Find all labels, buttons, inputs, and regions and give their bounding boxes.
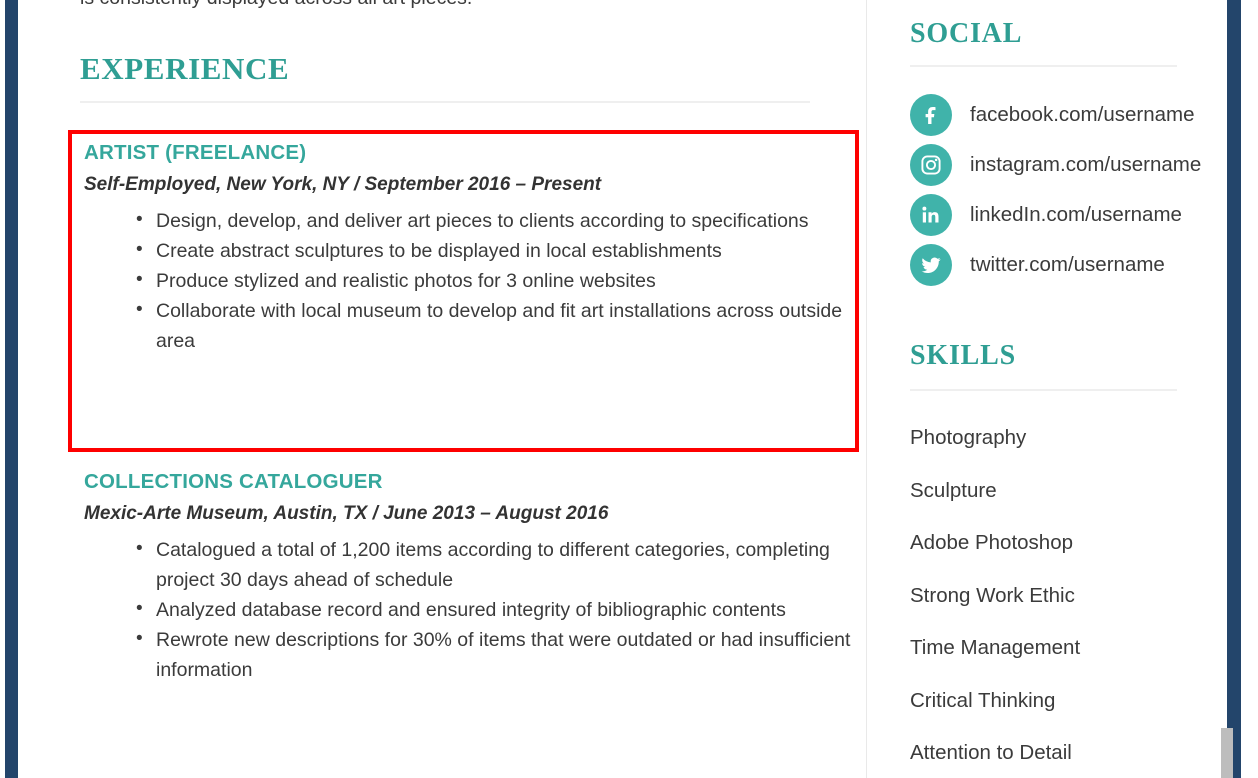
social-link-facebook[interactable]: facebook.com/username	[910, 90, 1201, 140]
job-role-title: COLLECTIONS CATALOGUER	[84, 470, 383, 493]
social-link-label: twitter.com/username	[970, 253, 1165, 276]
skill-item: Critical Thinking	[910, 688, 1056, 712]
skills-section-rule	[910, 389, 1177, 391]
linkedin-icon	[910, 194, 952, 236]
job-bullet: Catalogued a total of 1,200 items accord…	[84, 534, 874, 595]
social-link-label: instagram.com/username	[970, 153, 1202, 176]
experience-entry-artist-freelance: ARTIST (FREELANCE) Self-Employed, New Yo…	[84, 140, 874, 356]
social-links-list: facebook.com/username instagram.com/user…	[910, 90, 1201, 290]
job-employer-and-dates: Mexic-Arte Museum, Austin, TX / June 201…	[84, 502, 609, 524]
social-link-label: linkedIn.com/username	[970, 203, 1182, 226]
instagram-icon	[910, 144, 952, 186]
social-section-rule	[910, 65, 1177, 67]
social-section-heading: SOCIAL	[910, 18, 1023, 49]
twitter-icon	[910, 244, 952, 286]
job-role-title: ARTIST (FREELANCE)	[84, 141, 307, 164]
clipped-paragraph-text: is consistently displayed across all art…	[80, 0, 780, 10]
resume-sidebar-column: SOCIAL facebook.com/username instagram.c…	[867, 0, 1227, 778]
skill-item: Strong Work Ethic	[910, 583, 1075, 607]
skill-item: Sculpture	[910, 478, 997, 502]
experience-entry-collections-cataloguer: COLLECTIONS CATALOGUER Mexic-Arte Museum…	[84, 469, 874, 685]
experience-section-heading: EXPERIENCE	[80, 51, 290, 86]
social-link-label: facebook.com/username	[970, 103, 1195, 126]
social-link-instagram[interactable]: instagram.com/username	[910, 140, 1201, 190]
job-bullet: Create abstract sculptures to be display…	[84, 235, 874, 266]
job-responsibility-list: Design, develop, and deliver art pieces …	[84, 205, 874, 356]
skills-list: Photography Sculpture Adobe Photoshop St…	[910, 412, 1080, 778]
resume-document-page: is consistently displayed across all art…	[0, 0, 1258, 778]
job-responsibility-list: Catalogued a total of 1,200 items accord…	[84, 534, 874, 685]
job-bullet: Analyzed database record and ensured int…	[84, 594, 874, 625]
skill-item: Photography	[910, 426, 1027, 449]
skills-section-heading: SKILLS	[910, 340, 1016, 371]
experience-section-rule	[80, 101, 810, 103]
skill-item: Time Management	[910, 636, 1081, 659]
facebook-icon	[910, 94, 952, 136]
skill-item: Adobe Photoshop	[910, 531, 1073, 554]
job-bullet: Rewrote new descriptions for 30% of item…	[84, 624, 874, 685]
resume-canvas: is consistently displayed across all art…	[18, 0, 1227, 778]
left-edge-bar	[5, 0, 18, 778]
vertical-scrollbar-thumb[interactable]	[1221, 728, 1233, 778]
job-bullet: Design, develop, and deliver art pieces …	[84, 205, 874, 236]
job-employer-and-dates: Self-Employed, New York, NY / September …	[84, 173, 602, 195]
skill-item: Attention to Detail	[910, 741, 1072, 764]
social-link-linkedin[interactable]: linkedIn.com/username	[910, 190, 1201, 240]
social-link-twitter[interactable]: twitter.com/username	[910, 240, 1201, 290]
vertical-scrollbar-track[interactable]	[1231, 0, 1244, 778]
job-bullet: Produce stylized and realistic photos fo…	[84, 265, 874, 296]
job-bullet: Collaborate with local museum to develop…	[84, 295, 874, 356]
resume-main-column: is consistently displayed across all art…	[18, 0, 864, 778]
